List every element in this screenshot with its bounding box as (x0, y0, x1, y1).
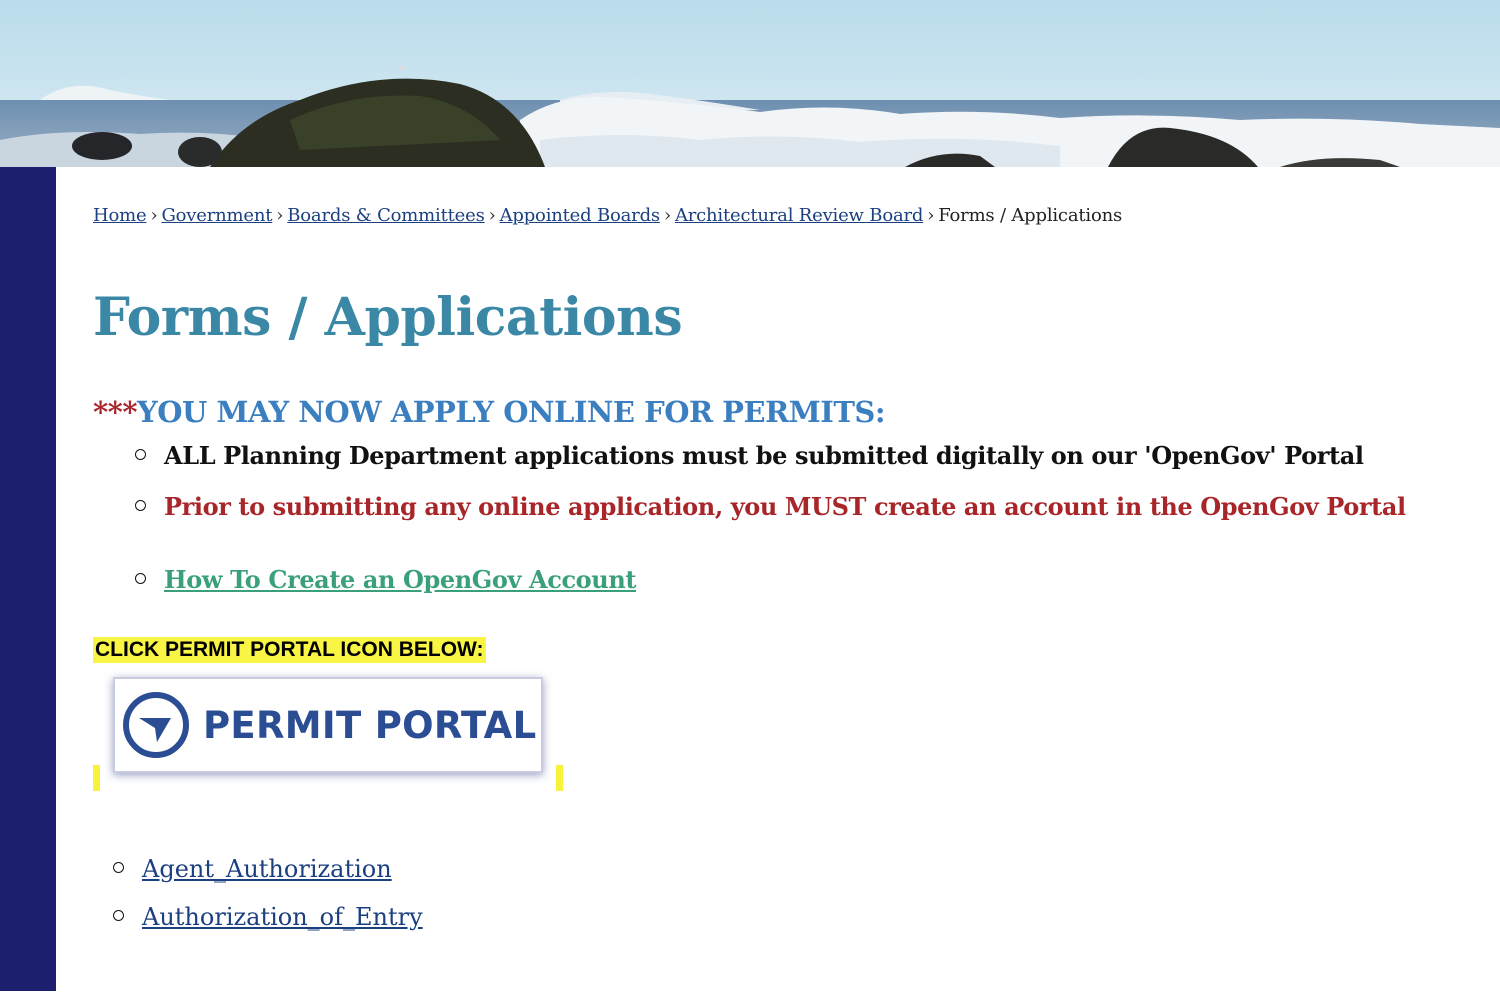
breadcrumb-separator: › (663, 205, 671, 226)
hero-image (0, 0, 1500, 167)
create-opengov-account-link[interactable]: How To Create an OpenGov Account (164, 565, 636, 594)
breadcrumb-home[interactable]: Home (93, 205, 147, 226)
breadcrumb-separator: › (150, 205, 158, 226)
breadcrumb-government[interactable]: Government (161, 205, 272, 226)
notice-bullet-create-account: Prior to submitting any online applicati… (135, 492, 1406, 521)
notice-bullet-text: Prior to submitting any online applicati… (164, 492, 1406, 521)
bullet-circle-icon (135, 573, 146, 584)
notice-stars: *** (93, 395, 138, 429)
breadcrumb-architectural-review-board[interactable]: Architectural Review Board (675, 205, 923, 226)
breadcrumb-appointed-boards[interactable]: Appointed Boards (500, 205, 661, 226)
opengov-arrow-icon (123, 692, 189, 758)
notice-bullet-opengov-required: ALL Planning Department applications mus… (135, 441, 1364, 470)
document-item-authorization-of-entry: Authorization_of_Entry (113, 903, 423, 931)
permit-portal-area: PERMIT PORTAL (93, 675, 565, 791)
online-permits-notice: ***YOU MAY NOW APPLY ONLINE FOR PERMITS: (93, 395, 886, 429)
highlight-mark (93, 765, 100, 791)
breadcrumb-boards-committees[interactable]: Boards & Committees (287, 205, 485, 226)
highlight-mark (556, 765, 563, 791)
permit-portal-text: PERMIT PORTAL (203, 703, 537, 747)
agent-authorization-link[interactable]: Agent_Authorization (142, 855, 392, 883)
authorization-of-entry-link[interactable]: Authorization_of_Entry (142, 903, 423, 931)
breadcrumb-separator: › (488, 205, 496, 226)
bullet-circle-icon (113, 862, 124, 873)
document-item-agent-authorization: Agent_Authorization (113, 855, 392, 883)
notice-bullet-account-link: How To Create an OpenGov Account (135, 565, 636, 594)
left-sidebar-bar (0, 167, 56, 991)
permit-portal-instruction: CLICK PERMIT PORTAL ICON BELOW: (93, 637, 486, 663)
notice-bullet-text: ALL Planning Department applications mus… (164, 441, 1364, 470)
bullet-circle-icon (135, 500, 146, 511)
notice-heading: YOU MAY NOW APPLY ONLINE FOR PERMITS: (137, 395, 886, 429)
page-title: Forms / Applications (93, 287, 683, 348)
breadcrumb-separator: › (276, 205, 284, 226)
bullet-circle-icon (113, 910, 124, 921)
hero-banner (0, 0, 1500, 167)
permit-portal-button[interactable]: PERMIT PORTAL (113, 677, 543, 773)
bullet-circle-icon (135, 449, 146, 460)
breadcrumb-current: Forms / Applications (938, 205, 1123, 226)
breadcrumb-separator: › (927, 205, 935, 226)
breadcrumb: Home › Government › Boards & Committees › Appo… (93, 205, 1122, 226)
